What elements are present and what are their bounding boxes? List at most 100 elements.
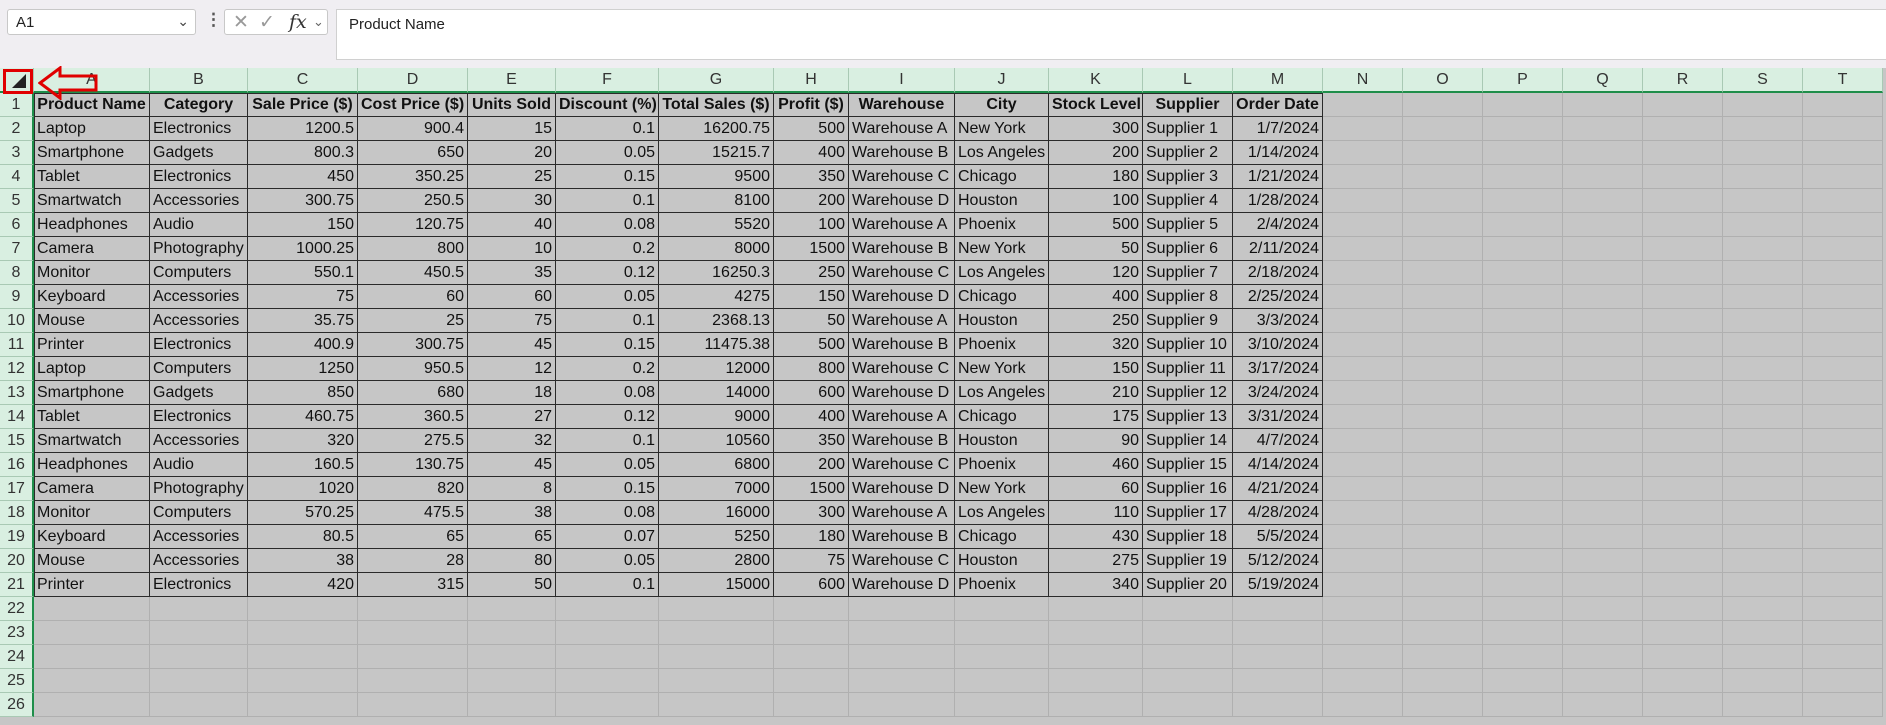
table-header-cell[interactable]: Sale Price ($) bbox=[248, 93, 358, 117]
table-cell[interactable]: 120.75 bbox=[358, 213, 468, 237]
table-cell[interactable]: Warehouse D bbox=[849, 381, 955, 405]
column-header-b[interactable]: B bbox=[150, 68, 248, 93]
table-cell[interactable]: 2800 bbox=[659, 549, 774, 573]
table-cell[interactable]: 600 bbox=[774, 381, 849, 405]
name-box[interactable]: A1 ⌄ bbox=[7, 9, 196, 35]
table-cell[interactable]: 3/10/2024 bbox=[1233, 333, 1323, 357]
table-cell[interactable]: Los Angeles bbox=[955, 141, 1049, 165]
empty-cell[interactable] bbox=[1403, 381, 1483, 405]
empty-cell[interactable] bbox=[1323, 549, 1403, 573]
table-cell[interactable]: 9000 bbox=[659, 405, 774, 429]
table-cell[interactable]: 0.08 bbox=[556, 213, 659, 237]
table-cell[interactable]: 2/25/2024 bbox=[1233, 285, 1323, 309]
empty-cell[interactable] bbox=[1403, 237, 1483, 261]
empty-cell[interactable] bbox=[1323, 141, 1403, 165]
column-header-q[interactable]: Q bbox=[1563, 68, 1643, 93]
empty-cell[interactable] bbox=[1643, 213, 1723, 237]
row-header-5[interactable]: 5 bbox=[0, 189, 34, 213]
table-cell[interactable]: 150 bbox=[1049, 357, 1143, 381]
empty-cell[interactable] bbox=[556, 621, 659, 645]
table-cell[interactable]: 0.1 bbox=[556, 573, 659, 597]
table-cell[interactable]: 900.4 bbox=[358, 117, 468, 141]
column-header-h[interactable]: H bbox=[774, 68, 849, 93]
table-cell[interactable]: 275.5 bbox=[358, 429, 468, 453]
table-cell[interactable]: Electronics bbox=[150, 117, 248, 141]
empty-cell[interactable] bbox=[1403, 621, 1483, 645]
empty-cell[interactable] bbox=[1723, 453, 1803, 477]
table-cell[interactable]: 0.1 bbox=[556, 309, 659, 333]
empty-cell[interactable] bbox=[248, 693, 358, 717]
table-cell[interactable]: 4/14/2024 bbox=[1233, 453, 1323, 477]
empty-cell[interactable] bbox=[1563, 453, 1643, 477]
empty-cell[interactable] bbox=[150, 645, 248, 669]
table-cell[interactable]: Audio bbox=[150, 213, 248, 237]
table-cell[interactable]: Supplier 10 bbox=[1143, 333, 1233, 357]
table-cell[interactable]: 75 bbox=[774, 549, 849, 573]
empty-cell[interactable] bbox=[1403, 357, 1483, 381]
table-cell[interactable]: 460.75 bbox=[248, 405, 358, 429]
table-cell[interactable]: Houston bbox=[955, 309, 1049, 333]
empty-cell[interactable] bbox=[1323, 597, 1403, 621]
empty-cell[interactable] bbox=[358, 621, 468, 645]
empty-cell[interactable] bbox=[1803, 645, 1883, 669]
chevron-down-icon[interactable]: ⌄ bbox=[177, 13, 189, 30]
row-header-7[interactable]: 7 bbox=[0, 237, 34, 261]
row-header-24[interactable]: 24 bbox=[0, 645, 34, 669]
table-cell[interactable]: Supplier 3 bbox=[1143, 165, 1233, 189]
table-cell[interactable]: 300.75 bbox=[358, 333, 468, 357]
empty-cell[interactable] bbox=[1483, 453, 1563, 477]
empty-cell[interactable] bbox=[774, 669, 849, 693]
empty-cell[interactable] bbox=[1403, 669, 1483, 693]
empty-cell[interactable] bbox=[1143, 597, 1233, 621]
table-cell[interactable]: Accessories bbox=[150, 285, 248, 309]
empty-cell[interactable] bbox=[1323, 405, 1403, 429]
empty-cell[interactable] bbox=[1723, 165, 1803, 189]
row-header-4[interactable]: 4 bbox=[0, 165, 34, 189]
table-cell[interactable]: 16200.75 bbox=[659, 117, 774, 141]
table-header-cell[interactable]: Cost Price ($) bbox=[358, 93, 468, 117]
table-cell[interactable]: 450 bbox=[248, 165, 358, 189]
table-cell[interactable]: 550.1 bbox=[248, 261, 358, 285]
empty-cell[interactable] bbox=[955, 645, 1049, 669]
empty-cell[interactable] bbox=[1803, 141, 1883, 165]
row-header-26[interactable]: 26 bbox=[0, 693, 34, 717]
empty-cell[interactable] bbox=[1643, 549, 1723, 573]
empty-cell[interactable] bbox=[1143, 645, 1233, 669]
empty-cell[interactable] bbox=[1323, 189, 1403, 213]
empty-cell[interactable] bbox=[849, 693, 955, 717]
table-cell[interactable]: 460 bbox=[1049, 453, 1143, 477]
more-options-icon[interactable]: ⋮ bbox=[205, 10, 222, 30]
table-cell[interactable]: 2/4/2024 bbox=[1233, 213, 1323, 237]
table-cell[interactable]: 250 bbox=[774, 261, 849, 285]
empty-cell[interactable] bbox=[1563, 309, 1643, 333]
table-cell[interactable]: Chicago bbox=[955, 525, 1049, 549]
empty-cell[interactable] bbox=[1563, 357, 1643, 381]
table-cell[interactable]: 200 bbox=[774, 189, 849, 213]
table-cell[interactable]: 320 bbox=[1049, 333, 1143, 357]
empty-cell[interactable] bbox=[849, 621, 955, 645]
column-header-c[interactable]: C bbox=[248, 68, 358, 93]
table-cell[interactable]: 130.75 bbox=[358, 453, 468, 477]
table-cell[interactable]: Supplier 12 bbox=[1143, 381, 1233, 405]
table-cell[interactable]: 38 bbox=[468, 501, 556, 525]
table-cell[interactable]: Monitor bbox=[34, 501, 150, 525]
empty-cell[interactable] bbox=[1803, 237, 1883, 261]
table-cell[interactable]: Accessories bbox=[150, 429, 248, 453]
table-cell[interactable]: 360.5 bbox=[358, 405, 468, 429]
empty-cell[interactable] bbox=[556, 669, 659, 693]
empty-cell[interactable] bbox=[1723, 669, 1803, 693]
table-cell[interactable]: 0.05 bbox=[556, 549, 659, 573]
table-cell[interactable]: 25 bbox=[358, 309, 468, 333]
empty-cell[interactable] bbox=[1803, 189, 1883, 213]
table-cell[interactable]: 7000 bbox=[659, 477, 774, 501]
table-cell[interactable]: 1200.5 bbox=[248, 117, 358, 141]
empty-cell[interactable] bbox=[1403, 693, 1483, 717]
table-cell[interactable]: 400 bbox=[774, 405, 849, 429]
empty-cell[interactable] bbox=[1483, 309, 1563, 333]
table-cell[interactable]: Electronics bbox=[150, 165, 248, 189]
table-cell[interactable]: Los Angeles bbox=[955, 501, 1049, 525]
empty-cell[interactable] bbox=[1643, 381, 1723, 405]
table-cell[interactable]: 300 bbox=[1049, 117, 1143, 141]
empty-cell[interactable] bbox=[1803, 93, 1883, 117]
row-header-18[interactable]: 18 bbox=[0, 501, 34, 525]
